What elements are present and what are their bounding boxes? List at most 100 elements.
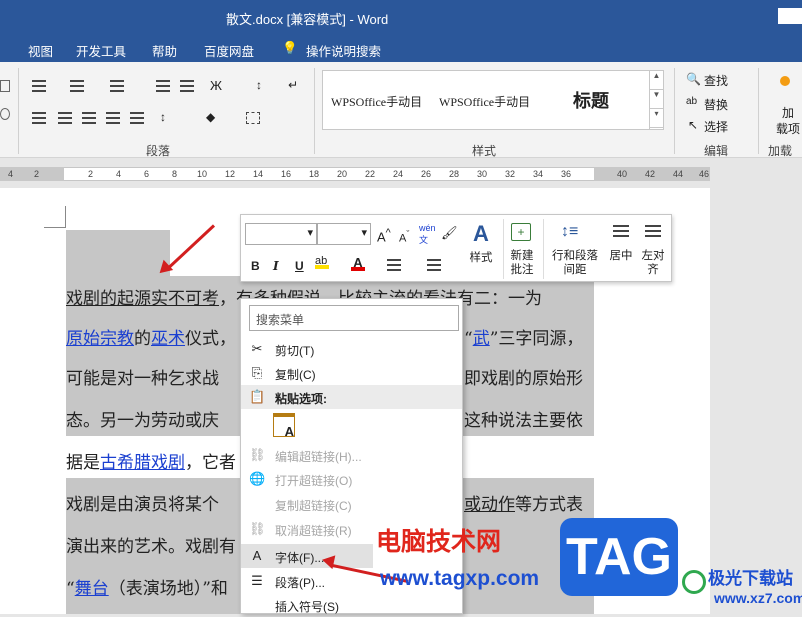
bullets-icon[interactable] (32, 80, 46, 92)
numbering-icon[interactable] (427, 259, 441, 271)
new-comment-line2: 批注 (510, 264, 534, 276)
doc-text: “ (66, 579, 75, 599)
ruler-label: 46 (699, 169, 710, 179)
horizontal-ruler[interactable]: 4 2 2 4 6 8 10 12 14 16 18 20 22 24 26 2… (0, 158, 802, 188)
doc-line: 据是古希腊戏剧，它者 (66, 448, 236, 473)
menu-item-open-link[interactable]: 🌐 打开超链接(O) (241, 467, 462, 491)
doc-link[interactable]: 原始宗教 (66, 329, 134, 349)
margin-corner-mark (44, 206, 66, 228)
font-name-combo[interactable] (245, 223, 317, 245)
link-edit-icon: ⛓ (249, 447, 266, 462)
menu-item-label: 复制(C) (275, 368, 316, 382)
menu-item-cut[interactable]: ✂ 剪切(T) (241, 337, 462, 361)
window-control[interactable] (778, 8, 802, 24)
format-painter-icon[interactable]: 🖌 (441, 225, 458, 241)
line-spacing-icon[interactable]: ↕ (160, 110, 174, 124)
menu-help[interactable]: 帮助 (152, 41, 177, 60)
font-size-combo[interactable] (317, 223, 371, 245)
find-icon: 🔍 (686, 72, 701, 86)
select-button[interactable]: 选择 (704, 118, 728, 135)
menu-item-label: 取消超链接(R) (275, 524, 352, 538)
ruler-label: 6 (144, 169, 150, 179)
menu-item-edit-link[interactable]: ⛓ 编辑超链接(H)... (241, 443, 462, 467)
more-styles-icon[interactable]: ▾ (650, 109, 663, 128)
ruler-label: 22 (365, 169, 376, 179)
menu-item-font[interactable]: A 字体(F)... (241, 544, 373, 568)
shrink-font-icon[interactable]: Aˇ (399, 229, 409, 245)
center-button[interactable]: 居中 (607, 249, 635, 263)
select-icon: ↖ (688, 118, 699, 132)
chinese-layout-icon[interactable]: Ж (210, 78, 224, 93)
doc-link[interactable]: 武 (473, 329, 490, 349)
selection-highlight (66, 230, 170, 276)
styles-gallery[interactable]: WPSOffice手动目 WPSOffice手动目 标题 ▲ ▼ ▾ (322, 70, 664, 130)
borders-icon[interactable] (246, 112, 260, 124)
ruler-label: 14 (253, 169, 264, 179)
sort-icon[interactable]: ↕ (256, 78, 270, 92)
font-partial-icon[interactable] (0, 80, 10, 92)
paste-text-only-icon[interactable]: A (273, 413, 295, 439)
align-left-line2: 齐 (647, 264, 659, 276)
center-align-icon[interactable] (613, 225, 629, 237)
align-left-button[interactable]: 左对齐 (639, 249, 667, 277)
addin-line2[interactable]: 载项 (776, 120, 800, 137)
menu-baidu-netdisk[interactable]: 百度网盘 (204, 41, 254, 60)
doc-link[interactable]: 巫术 (151, 329, 185, 349)
menu-view[interactable]: 视图 (28, 41, 53, 60)
italic-button[interactable]: I (273, 259, 279, 273)
menu-item-copy-link[interactable]: 复制超链接(C) (241, 492, 462, 516)
ruler-label: 32 (505, 169, 516, 179)
bullets-icon[interactable] (387, 259, 401, 271)
decrease-indent-icon[interactable] (156, 80, 170, 92)
doc-text: ，它者 (185, 453, 236, 473)
menu-developer[interactable]: 开发工具 (76, 41, 126, 60)
highlight-icon[interactable]: ab (315, 255, 329, 269)
align-left-icon[interactable] (32, 112, 46, 124)
doc-text: ”三字同源， (489, 329, 584, 349)
doc-link[interactable]: 古希腊戏剧 (100, 453, 185, 473)
left-align-icon[interactable] (645, 225, 661, 237)
increase-indent-icon[interactable] (180, 80, 194, 92)
scroll-down-icon[interactable]: ▼ (650, 90, 663, 109)
new-comment-icon[interactable]: + (511, 223, 531, 241)
align-center-icon[interactable] (58, 112, 72, 124)
style-item[interactable]: WPSOffice手动目 (331, 93, 422, 110)
bold-button[interactable]: B (251, 259, 260, 273)
numbering-icon[interactable] (70, 80, 84, 92)
menu-item-copy[interactable]: ⎘ 复制(C) (241, 361, 462, 385)
doc-link[interactable]: 舞台 (75, 579, 109, 599)
phonetic-guide-icon[interactable]: wén 文 (419, 223, 436, 246)
styles-icon[interactable]: A (473, 221, 489, 247)
doc-line: 可能是对一种乞求战 (66, 364, 219, 389)
tag-logo: TAG (560, 518, 678, 596)
ruler-label: 24 (393, 169, 404, 179)
line-spacing-button[interactable]: 行和段落 间距 (547, 249, 603, 277)
tell-me-search[interactable]: 操作说明搜索 (306, 41, 381, 60)
menu-search-input[interactable]: 搜索菜单 (249, 305, 459, 331)
doc-line: 态。另一为劳动或庆 (66, 406, 219, 431)
new-comment-button[interactable]: 新建 批注 (507, 249, 537, 277)
doc-line: 即戏剧的原始形 (464, 364, 583, 389)
shading-icon[interactable]: ◆ (206, 110, 220, 124)
multilevel-list-icon[interactable] (110, 80, 124, 92)
align-right-icon[interactable] (82, 112, 96, 124)
grow-font-icon[interactable]: A^ (377, 227, 391, 244)
justify-icon[interactable] (106, 112, 120, 124)
phonetic-partial-icon[interactable] (0, 108, 10, 120)
underline-button[interactable]: U (295, 259, 304, 273)
styles-scroll[interactable]: ▲ ▼ ▾ (649, 71, 663, 129)
menu-item-insert-symbol[interactable]: 插入符号(S) (241, 593, 462, 617)
line-spacing-icon[interactable]: ↕≡ (561, 223, 578, 241)
style-heading[interactable]: 标题 (573, 87, 609, 113)
addin-line1[interactable]: 加 (782, 104, 794, 121)
find-button[interactable]: 查找 (704, 72, 728, 89)
font-color-icon[interactable]: A (351, 255, 365, 271)
styles-button[interactable]: 样式 (467, 251, 495, 265)
scroll-up-icon[interactable]: ▲ (650, 71, 663, 90)
style-item[interactable]: WPSOffice手动目 (439, 93, 530, 110)
show-marks-icon[interactable]: ↵ (288, 78, 302, 92)
menu-item-label: 粘贴选项: (275, 392, 327, 406)
doc-text: 的 (134, 329, 151, 349)
replace-button[interactable]: 替换 (704, 96, 728, 113)
distributed-icon[interactable] (130, 112, 144, 124)
